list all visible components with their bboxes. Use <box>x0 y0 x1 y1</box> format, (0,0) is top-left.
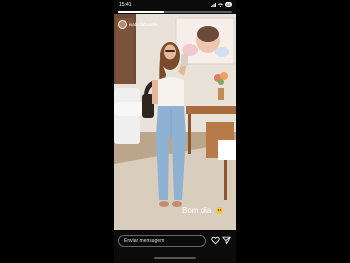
status-time: 15:41 <box>119 2 132 8</box>
avatar[interactable] <box>118 20 127 29</box>
story-image[interactable] <box>114 14 236 230</box>
story-progress-fill <box>118 11 164 13</box>
username[interactable]: isabellabrasile <box>129 22 158 27</box>
battery-icon: 48 <box>224 2 232 7</box>
heart-icon[interactable] <box>211 236 220 245</box>
send-icon[interactable] <box>222 236 231 245</box>
story-progress-bar <box>118 11 232 13</box>
status-icons: 48 <box>210 2 232 7</box>
message-input[interactable]: Enviar mensagem <box>118 235 206 247</box>
story-viewer: 15:41 48 isabellabrasile Enviar mensagem <box>114 0 236 263</box>
smile-emoji-icon <box>215 207 223 215</box>
signal-icon <box>210 2 216 7</box>
caption-text: Bom dia <box>182 206 212 215</box>
wifi-icon <box>217 3 223 7</box>
home-indicator <box>154 257 196 259</box>
mirror-selfie-photo <box>114 14 236 230</box>
story-caption: Bom dia <box>182 206 223 215</box>
status-bar: 15:41 48 <box>114 0 236 9</box>
reply-bar: Enviar mensagem <box>114 230 236 263</box>
story-header[interactable]: isabellabrasile <box>118 20 158 29</box>
